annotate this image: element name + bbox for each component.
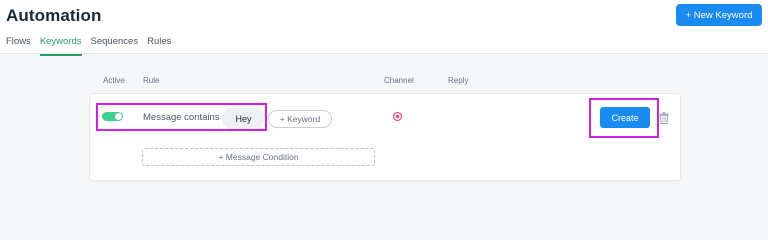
tab-rules[interactable]: Rules [147, 36, 171, 55]
tab-bar: Flows Keywords Sequences Rules [6, 36, 171, 56]
tab-flows[interactable]: Flows [6, 36, 31, 55]
column-header-channel: Channel [384, 76, 414, 85]
tab-sequences[interactable]: Sequences [91, 36, 139, 55]
add-keyword-button[interactable]: + Keyword [268, 110, 332, 128]
column-header-rule: Rule [143, 76, 160, 85]
instagram-icon [393, 112, 402, 121]
column-header-active: Active [103, 76, 125, 85]
tab-keywords[interactable]: Keywords [39, 36, 82, 56]
column-header-reply: Reply [448, 76, 469, 85]
highlight-box-create [589, 98, 659, 138]
top-bar: Automation + New Keyword Flows Keywords … [0, 0, 768, 56]
trash-icon[interactable] [659, 112, 669, 124]
highlight-box-rule [96, 103, 267, 131]
new-keyword-button[interactable]: + New Keyword [676, 4, 762, 26]
add-message-condition-button[interactable]: + Message Condition [142, 148, 375, 166]
page-title: Automation [6, 6, 102, 25]
